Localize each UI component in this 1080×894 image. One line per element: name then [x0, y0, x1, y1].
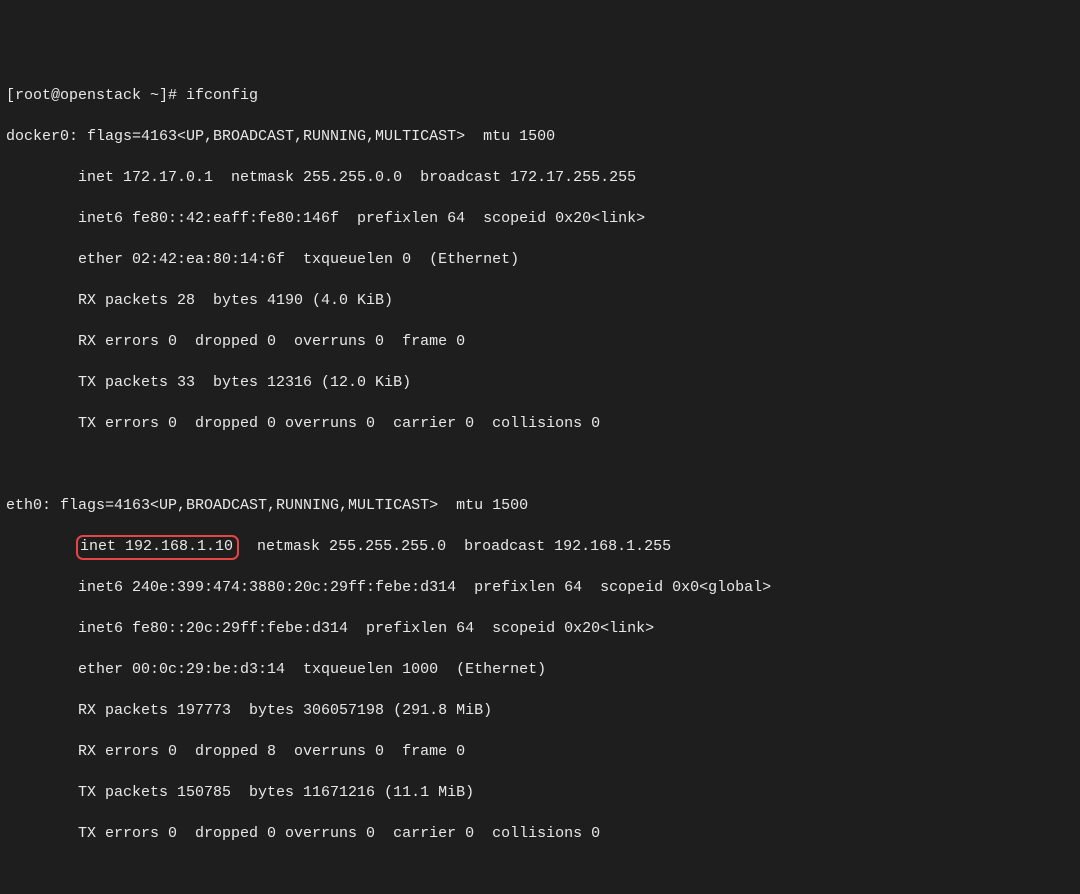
- output-line: inet6 240e:399:474:3880:20c:29ff:febe:d3…: [6, 578, 1080, 599]
- output-line: TX packets 150785 bytes 11671216 (11.1 M…: [6, 783, 1080, 804]
- output-line: RX errors 0 dropped 8 overruns 0 frame 0: [6, 742, 1080, 763]
- output-line: RX packets 28 bytes 4190 (4.0 KiB): [6, 291, 1080, 312]
- indent: [6, 538, 78, 555]
- output-line: TX packets 33 bytes 12316 (12.0 KiB): [6, 373, 1080, 394]
- output-rest: netmask 255.255.255.0 broadcast 192.168.…: [239, 538, 671, 555]
- output-line: inet6 fe80::42:eaff:fe80:146f prefixlen …: [6, 209, 1080, 230]
- output-line: inet 192.168.1.10 netmask 255.255.255.0 …: [6, 537, 1080, 558]
- output-line: inet 172.17.0.1 netmask 255.255.0.0 broa…: [6, 168, 1080, 189]
- output-line: ether 00:0c:29:be:d3:14 txqueuelen 1000 …: [6, 660, 1080, 681]
- output-line: TX errors 0 dropped 0 overruns 0 carrier…: [6, 414, 1080, 435]
- output-line: TX errors 0 dropped 0 overruns 0 carrier…: [6, 824, 1080, 845]
- blank-line: [6, 865, 1080, 886]
- output-line: RX errors 0 dropped 0 overruns 0 frame 0: [6, 332, 1080, 353]
- highlight-inet-eth0: inet 192.168.1.10: [76, 535, 239, 560]
- blank-line: [6, 455, 1080, 476]
- output-line: eth0: flags=4163<UP,BROADCAST,RUNNING,MU…: [6, 496, 1080, 517]
- output-line: docker0: flags=4163<UP,BROADCAST,RUNNING…: [6, 127, 1080, 148]
- output-line: inet6 fe80::20c:29ff:febe:d314 prefixlen…: [6, 619, 1080, 640]
- output-line: RX packets 197773 bytes 306057198 (291.8…: [6, 701, 1080, 722]
- prompt-line[interactable]: [root@openstack ~]# ifconfig: [6, 86, 1080, 107]
- output-line: ether 02:42:ea:80:14:6f txqueuelen 0 (Et…: [6, 250, 1080, 271]
